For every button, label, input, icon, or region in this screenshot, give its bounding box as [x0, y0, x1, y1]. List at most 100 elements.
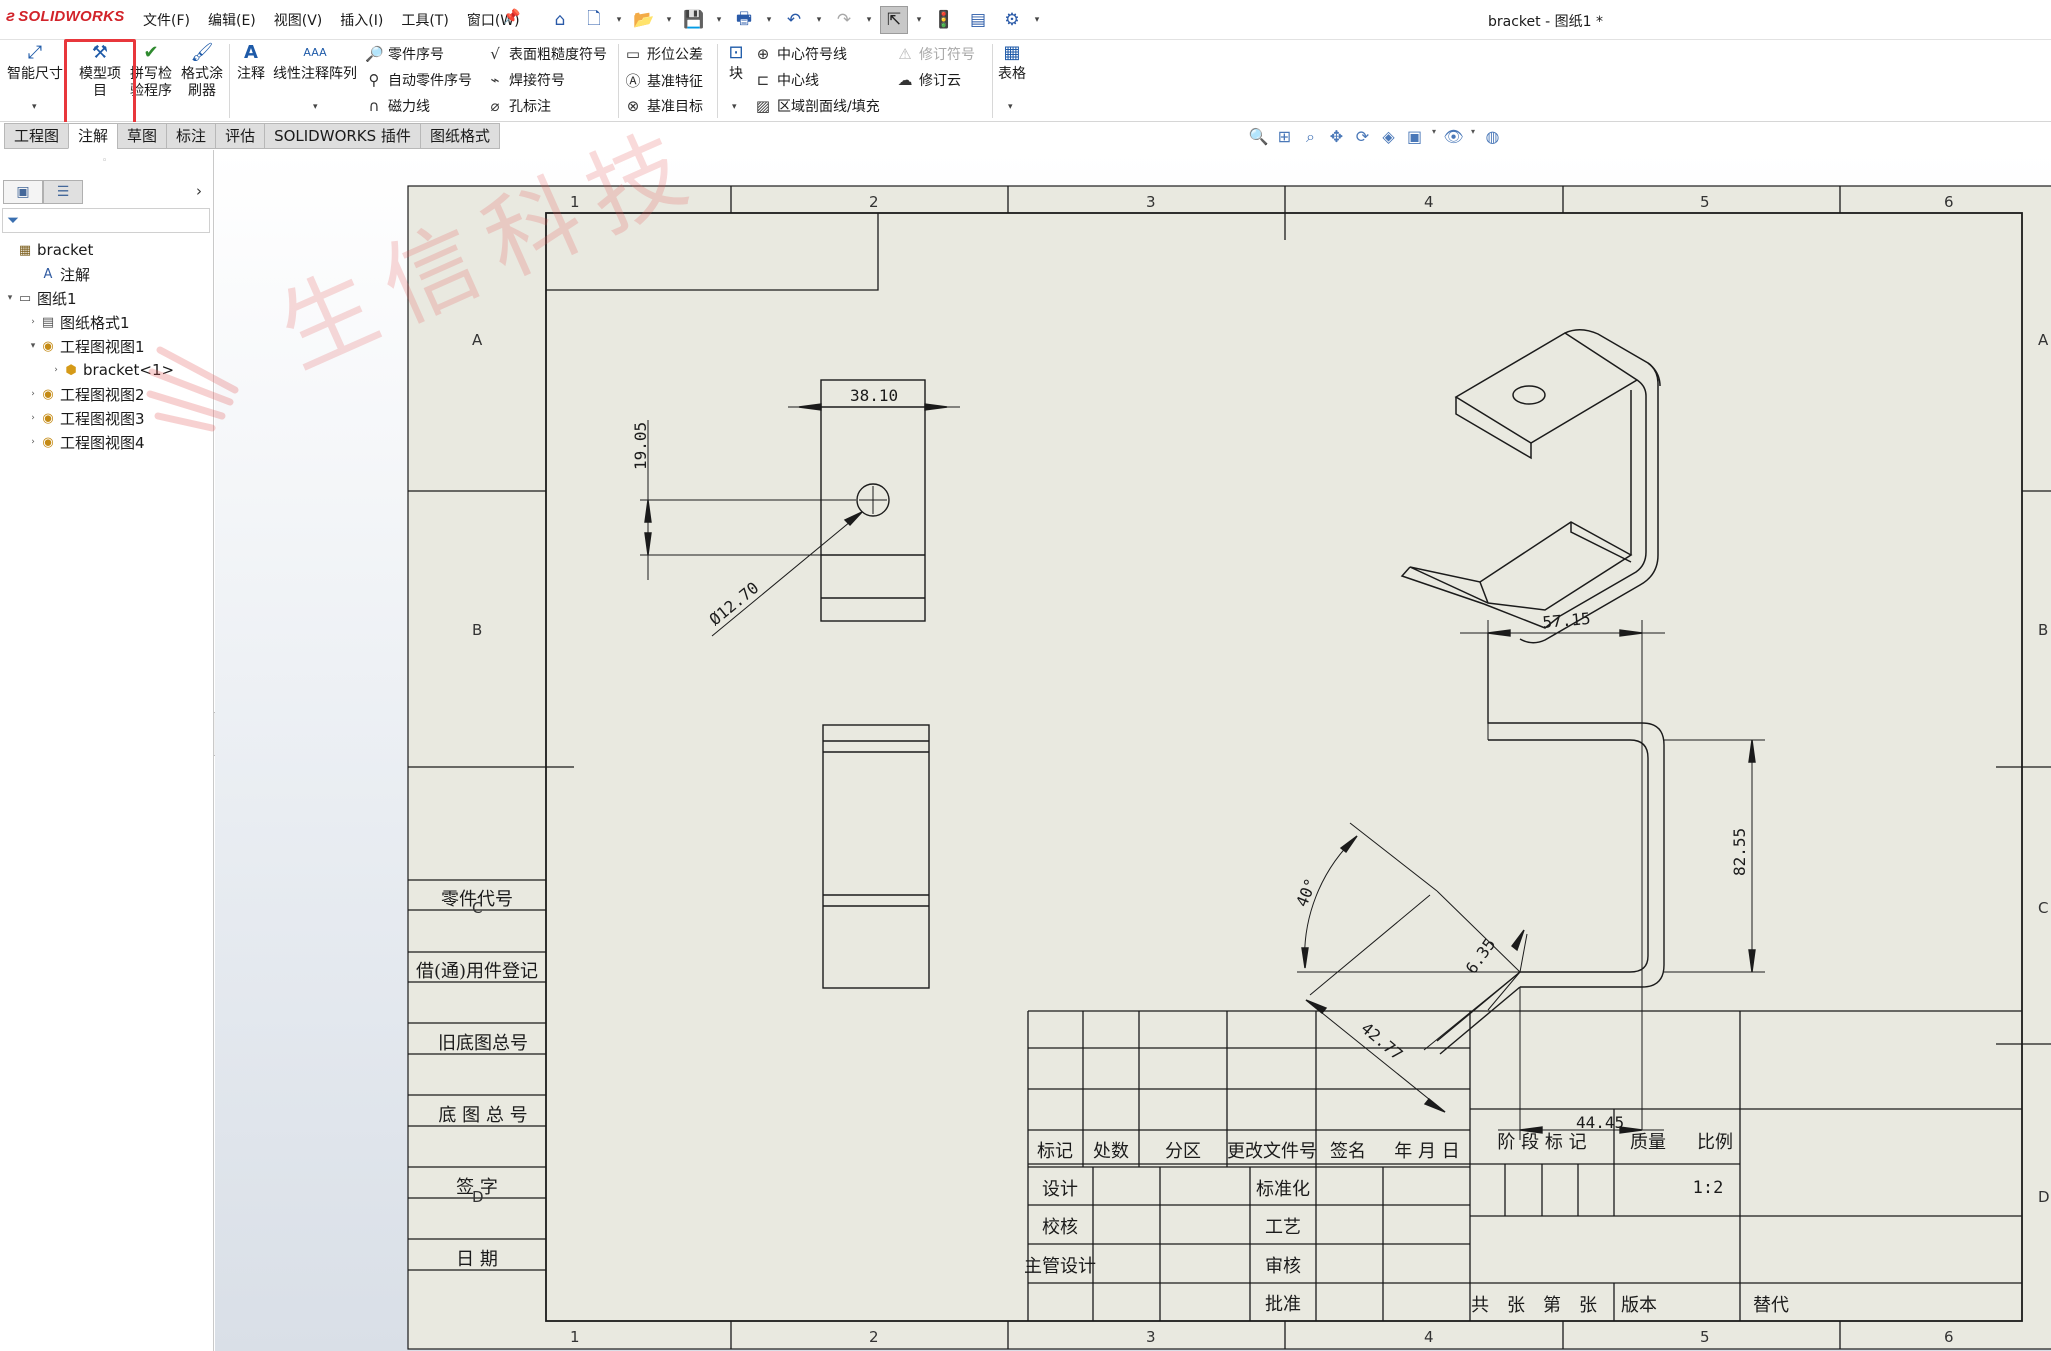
tree-item[interactable]: ▾ ◉ 工程图视图1: [0, 334, 214, 358]
save-icon[interactable]: 💾: [680, 6, 708, 34]
chevron-down-icon[interactable]: ▾: [1469, 127, 1477, 147]
tree-item[interactable]: ▾ ▭ 图纸1: [0, 286, 214, 310]
chevron-down-icon[interactable]: ▾: [4, 293, 16, 303]
chevron-down-icon[interactable]: ▾: [313, 102, 318, 112]
chevron-down-icon[interactable]: ▾: [714, 6, 724, 34]
chevron-right-icon[interactable]: ›: [27, 317, 39, 327]
tab-addins[interactable]: SOLIDWORKS 插件: [264, 123, 420, 149]
tab-sketch[interactable]: 草图: [117, 123, 167, 149]
revision-cloud-button[interactable]: ☁ 修订云: [896, 70, 962, 90]
chevron-down-icon[interactable]: ▾: [864, 6, 874, 34]
print-icon[interactable]: 🖶: [730, 6, 758, 34]
tab-sheet-format[interactable]: 图纸格式: [419, 123, 500, 149]
menu-file[interactable]: 文件(F): [143, 10, 190, 30]
chevron-down-icon[interactable]: ▾: [1008, 102, 1013, 112]
undo-icon[interactable]: ↶: [780, 6, 808, 34]
gtol-button[interactable]: ▭ 形位公差: [624, 44, 703, 64]
tree-item[interactable]: › ◉ 工程图视图4: [0, 430, 214, 454]
options-gear-icon[interactable]: ⚙: [998, 6, 1026, 34]
spell-checker-button[interactable]: ✔ 拼写检 验程序: [124, 44, 178, 100]
tree-item[interactable]: ▦ bracket: [0, 238, 214, 262]
format-painter-button[interactable]: 🖌 格式涂 刷器: [176, 44, 228, 100]
tree-item[interactable]: › ◉ 工程图视图2: [0, 382, 214, 406]
rotate-icon[interactable]: ⟳: [1352, 127, 1373, 147]
hole-callout-button[interactable]: ⌀ 孔标注: [486, 96, 551, 116]
linear-note-pattern-button[interactable]: AAA 线性注释阵列: [271, 44, 359, 83]
property-manager-tab[interactable]: ☰: [43, 180, 83, 204]
rebuild-icon[interactable]: 🚦: [930, 6, 958, 34]
chevron-right-icon[interactable]: ›: [27, 413, 39, 423]
chevron-down-icon[interactable]: ▾: [732, 102, 737, 112]
centerline-button[interactable]: ⊏ 中心线: [754, 70, 819, 90]
tables-button[interactable]: ▦ 表格: [994, 44, 1030, 83]
feature-manager-tab[interactable]: ▣: [3, 180, 43, 204]
menu-insert[interactable]: 插入(I): [340, 10, 383, 30]
tab-annotation[interactable]: 注解: [68, 123, 118, 149]
new-document-icon[interactable]: 🗋: [580, 6, 608, 34]
menu-edit[interactable]: 编辑(E): [208, 10, 256, 30]
chevron-down-icon[interactable]: ▾: [764, 6, 774, 34]
chevron-right-icon[interactable]: ›: [50, 365, 62, 375]
chevron-down-icon[interactable]: ▾: [1032, 6, 1042, 34]
chevron-down-icon[interactable]: ▾: [614, 6, 624, 34]
chevron-down-icon[interactable]: ▾: [27, 341, 39, 351]
revision-symbol-label: 修订符号: [919, 47, 975, 63]
chevron-down-icon[interactable]: ▾: [814, 6, 824, 34]
weld-symbol-button[interactable]: ⌁ 焊接符号: [486, 70, 565, 90]
chevron-down-icon[interactable]: ▾: [1430, 127, 1438, 147]
chevron-down-icon[interactable]: ▾: [664, 6, 674, 34]
dim-82-55[interactable]: 82.55: [1730, 828, 1749, 876]
smart-dimension-button[interactable]: ⤢ 智能尺寸: [6, 44, 64, 83]
tab-evaluate[interactable]: 评估: [215, 123, 265, 149]
zoom-to-fit-icon[interactable]: 🔍: [1248, 127, 1269, 147]
model-items-button[interactable]: ⚒ 模型项 目: [69, 44, 131, 100]
tree-item[interactable]: › ◉ 工程图视图3: [0, 406, 214, 430]
chevron-down-icon[interactable]: ▾: [914, 6, 924, 34]
area-hatch-button[interactable]: ▨ 区域剖面线/填充: [754, 96, 880, 116]
note-button[interactable]: A 注释: [231, 44, 271, 83]
graphics-area[interactable]: 38.10 19.05 Ø12.70 57.15 82.55 40° 6.35 …: [215, 150, 2051, 1351]
panel-grip-icon[interactable]: ◦: [102, 156, 107, 166]
tab-drawing[interactable]: 工程图: [4, 123, 69, 149]
center-mark-button[interactable]: ⊕ 中心符号线: [754, 44, 847, 64]
surface-finish-button[interactable]: √ 表面粗糙度符号: [486, 44, 607, 64]
pin-icon[interactable]: 📌: [503, 9, 520, 25]
pan-icon[interactable]: ✥: [1326, 127, 1347, 147]
zoom-to-area-icon[interactable]: ⊞: [1274, 127, 1295, 147]
solidworks-logo[interactable]: ƨ SOLIDWORKS: [6, 8, 125, 26]
chevron-right-icon[interactable]: ›: [196, 182, 202, 200]
select-cursor-icon[interactable]: ⇱: [880, 6, 908, 34]
datum-feature-button[interactable]: Ⓐ 基准特征: [624, 70, 703, 91]
hide-show-items-icon[interactable]: 👁: [1443, 127, 1464, 147]
dim-44-45[interactable]: 44.45: [1576, 1113, 1624, 1132]
tree-item[interactable]: A 注解: [0, 262, 214, 286]
datum-target-button[interactable]: ⊗ 基准目标: [624, 96, 703, 116]
tb-check: 校核: [1042, 1217, 1078, 1238]
zoom-in-out-icon[interactable]: ⌕: [1300, 127, 1321, 147]
balloon-button[interactable]: 🔎 零件序号: [365, 44, 444, 64]
tree-item[interactable]: › ▤ 图纸格式1: [0, 310, 214, 334]
redo-icon[interactable]: ↷: [830, 6, 858, 34]
magnetic-line-button[interactable]: ∩ 磁力线: [365, 96, 431, 116]
tb-scale-value: 1:2: [1693, 1178, 1724, 1198]
tab-markup[interactable]: 标注: [166, 123, 216, 149]
dim-38-10[interactable]: 38.10: [850, 386, 898, 405]
open-icon[interactable]: 📂: [630, 6, 658, 34]
tree-item-label: 工程图视图2: [60, 385, 145, 404]
appearance-globe-icon[interactable]: ◍: [1482, 127, 1503, 147]
chevron-right-icon[interactable]: ›: [27, 437, 39, 447]
section-view-icon[interactable]: ◈: [1378, 127, 1399, 147]
menu-tools[interactable]: 工具(T): [401, 10, 448, 30]
tree-filter-input[interactable]: ⏷: [2, 208, 210, 233]
chevron-right-icon[interactable]: ›: [27, 389, 39, 399]
file-properties-icon[interactable]: ▤: [964, 6, 992, 34]
block-button[interactable]: ⊡ 块: [721, 44, 751, 83]
revision-symbol-button[interactable]: ⚠ 修订符号: [896, 44, 975, 64]
auto-balloon-button[interactable]: ⚲ 自动零件序号: [365, 70, 473, 90]
dim-19-05[interactable]: 19.05: [631, 422, 650, 470]
menu-view[interactable]: 视图(V): [274, 10, 323, 30]
tree-item[interactable]: › ⬢ bracket<1>: [0, 358, 214, 382]
chevron-down-icon[interactable]: ▾: [32, 102, 37, 112]
view-orientation-icon[interactable]: ▣: [1404, 127, 1425, 147]
home-icon[interactable]: ⌂: [546, 6, 574, 34]
